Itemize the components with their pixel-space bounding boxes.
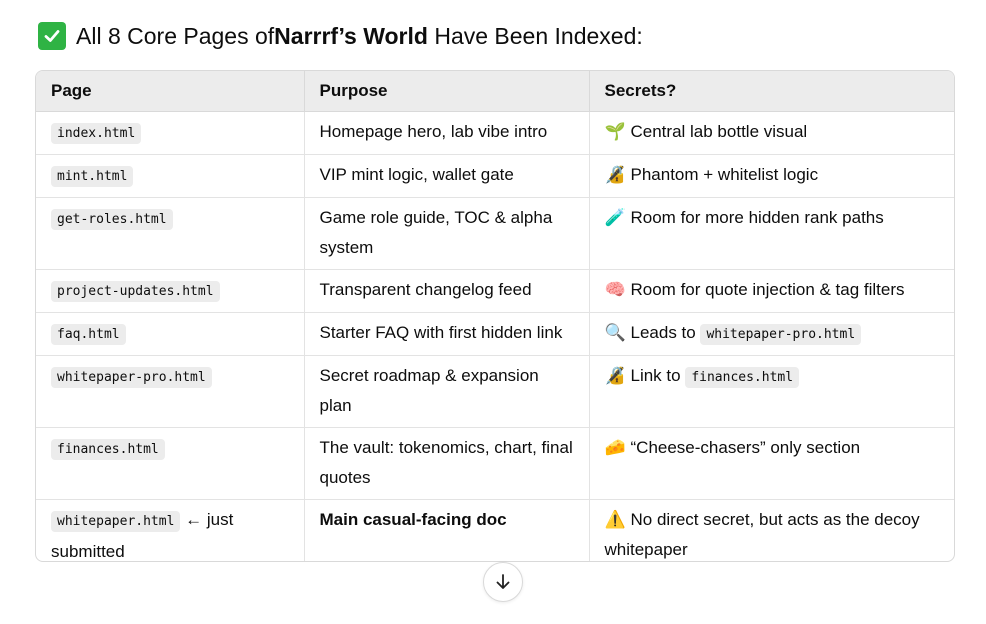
secret-filename: whitepaper-pro.html — [700, 324, 862, 345]
check-mark-icon — [38, 22, 66, 50]
secret-text: Phantom + whitelist logic — [630, 165, 819, 184]
chat-content: All 8 Core Pages of Narrrf’s World Have … — [0, 0, 986, 624]
page-filename: finances.html — [51, 439, 165, 460]
lock-icon: 🔏 — [604, 366, 626, 385]
secret-text: No direct secret, but acts as the decoy … — [604, 510, 920, 559]
table-row: get-roles.html Game role guide, TOC & al… — [36, 197, 954, 270]
page-filename: whitepaper.html — [51, 511, 181, 532]
table-row: project-updates.html Transparent changel… — [36, 269, 954, 313]
header-purpose: Purpose — [304, 71, 590, 112]
table-row: faq.html Starter FAQ with first hidden l… — [36, 312, 954, 356]
secret-cell: 🧪 Room for more hidden rank paths — [589, 197, 954, 270]
secret-filename: finances.html — [685, 367, 800, 388]
purpose-cell: Main casual-facing doc — [304, 499, 590, 561]
secret-text: “Cheese-chasers” only section — [630, 438, 861, 457]
page-cell: faq.html — [36, 312, 305, 356]
page-cell: mint.html — [36, 154, 305, 198]
table-row: mint.html VIP mint logic, wallet gate 🔏 P… — [36, 154, 954, 198]
page-cell: whitepaper-pro.html — [36, 355, 305, 428]
purpose-cell: Secret roadmap & expansion plan — [304, 355, 590, 428]
secret-text: Room for quote injection & tag filters — [630, 280, 905, 299]
title-bold: Narrrf’s World — [274, 22, 428, 49]
page-filename: project-updates.html — [51, 281, 220, 302]
page-filename: index.html — [51, 123, 142, 144]
page-filename: get-roles.html — [51, 209, 173, 230]
secret-text: Room for more hidden rank paths — [630, 208, 884, 227]
page-title: All 8 Core Pages of Narrrf’s World Have … — [38, 18, 643, 54]
warning-icon: ⚠️ — [604, 510, 626, 529]
table-row: index.html Homepage hero, lab vibe intro… — [36, 111, 954, 155]
table-header-row: Page Purpose Secrets? — [36, 71, 954, 112]
secret-cell: 🧀 “Cheese-chasers” only section — [589, 427, 954, 500]
page-cell: index.html — [36, 111, 305, 155]
scroll-down-button[interactable] — [483, 562, 523, 602]
cheese-icon: 🧀 — [604, 438, 626, 457]
purpose-cell: The vault: tokenomics, chart, final quot… — [304, 427, 590, 500]
secret-text: Link to — [630, 366, 686, 385]
arrow-down-icon — [496, 574, 510, 589]
brain-icon: 🧠 — [604, 280, 626, 299]
page-filename: mint.html — [51, 166, 134, 187]
secret-cell: 🌱 Central lab bottle visual — [589, 111, 954, 155]
purpose-cell: VIP mint logic, wallet gate — [304, 154, 590, 198]
page-filename: faq.html — [51, 324, 126, 345]
table-row: whitepaper.html ← just submitted Main ca… — [36, 499, 954, 562]
test-tube-icon: 🧪 — [604, 208, 626, 227]
purpose-cell: Homepage hero, lab vibe intro — [304, 111, 590, 155]
header-page: Page — [36, 71, 305, 112]
page-cell: get-roles.html — [36, 197, 305, 270]
secret-cell: 🔍 Leads to whitepaper-pro.html — [589, 312, 954, 356]
purpose-cell: Transparent changelog feed — [304, 269, 590, 313]
header-secrets: Secrets? — [589, 71, 954, 112]
secret-text: Leads to — [630, 323, 701, 342]
title-suffix: Have Been Indexed: — [427, 22, 643, 49]
pages-table: Page Purpose Secrets? index.html Homepag… — [35, 70, 955, 562]
secret-text: Central lab bottle visual — [630, 122, 808, 141]
table-row: finances.html The vault: tokenomics, cha… — [36, 427, 954, 500]
page-filename: whitepaper-pro.html — [51, 367, 212, 388]
purpose-cell: Starter FAQ with first hidden link — [304, 312, 590, 356]
table-row: whitepaper-pro.html Secret roadmap & exp… — [36, 355, 954, 428]
page-cell: finances.html — [36, 427, 305, 500]
secret-cell: 🔏 Phantom + whitelist logic — [589, 154, 954, 198]
secret-cell: 🧠 Room for quote injection & tag filters — [589, 269, 954, 313]
title-prefix: All 8 Core Pages of — [76, 22, 275, 49]
purpose-cell: Game role guide, TOC & alpha system — [304, 197, 590, 270]
magnifier-icon: 🔍 — [604, 323, 626, 342]
lock-icon: 🔏 — [604, 165, 626, 184]
seedling-icon: 🌱 — [604, 122, 626, 141]
page-cell: project-updates.html — [36, 269, 305, 313]
secret-cell: ⚠️ No direct secret, but acts as the deco… — [589, 500, 954, 562]
page-cell: whitepaper.html ← just submitted — [36, 499, 305, 561]
secret-cell: 🔏 Link to finances.html — [589, 355, 954, 428]
